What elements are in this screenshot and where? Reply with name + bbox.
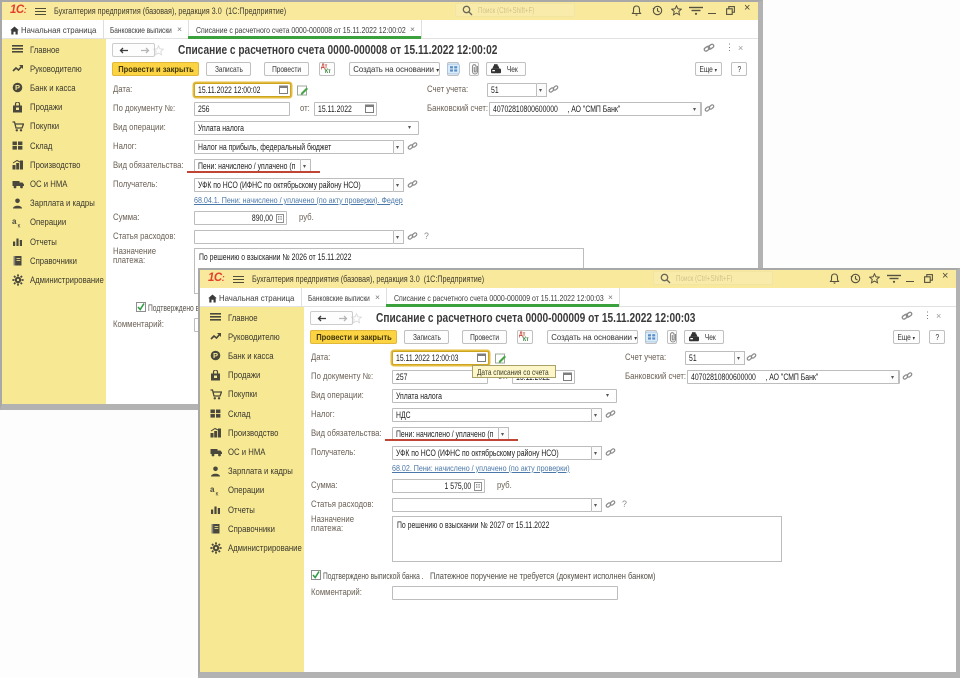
svg-text:P: P — [213, 352, 218, 361]
svg-text:a: a — [210, 485, 215, 494]
svg-text:к: к — [216, 490, 219, 496]
svg-text:P: P — [15, 84, 20, 93]
svg-text:a: a — [12, 217, 17, 226]
svg-text:к: к — [18, 222, 21, 228]
